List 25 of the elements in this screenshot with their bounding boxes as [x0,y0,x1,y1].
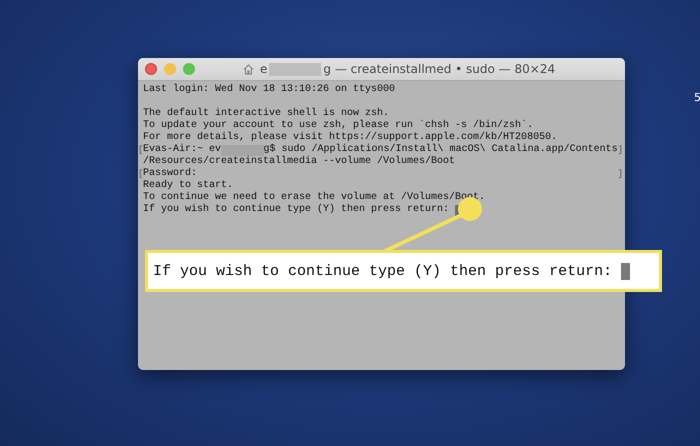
terminal-line: Evas-Air:~ ev [143,144,222,156]
zoom-button[interactable] [183,63,195,75]
terminal-line: For more details, please visit https://support.apple.com/kb/HT208050. [143,132,558,144]
window-title: e [260,62,268,76]
terminal-line: Password: [143,168,198,180]
window-title: g — createinstallmed • sudo — 80×24 [323,62,556,76]
minimize-button[interactable] [164,63,176,75]
house-icon [243,64,254,74]
terminal-line: Last login: Wed Nov 18 13:10:26 on ttys000 [143,84,396,96]
line-mark: ] [618,144,623,156]
terminal-line: g$ sudo /Applications/Install\ macOS\ Catalina.app/Contents [264,144,618,156]
close-button[interactable] [145,63,157,75]
terminal-line: To update your account to use zsh, please run `chsh -s /bin/zsh`. [143,120,534,132]
redacted-block [269,62,322,76]
line-mark: ] [618,168,623,180]
callout-text: If you wish to continue type (Y) then press return: [153,262,612,280]
line-mark: [ [138,144,144,156]
desktop-label: 5 [694,91,700,104]
terminal-line: To continue we need to erase the volume at /Volumes/Boot. [143,192,486,204]
text-cursor [621,262,630,280]
terminal-line: The default interactive shell is now zsh. [143,108,390,120]
terminal-line: If you wish to continue type (Y) then press return: [143,204,450,216]
terminal-line: Ready to start. [143,180,234,192]
line-mark: [ [138,168,144,180]
terminal-line: /Resources/createinstallmedia --volume /Volumes/Boot [143,156,456,168]
